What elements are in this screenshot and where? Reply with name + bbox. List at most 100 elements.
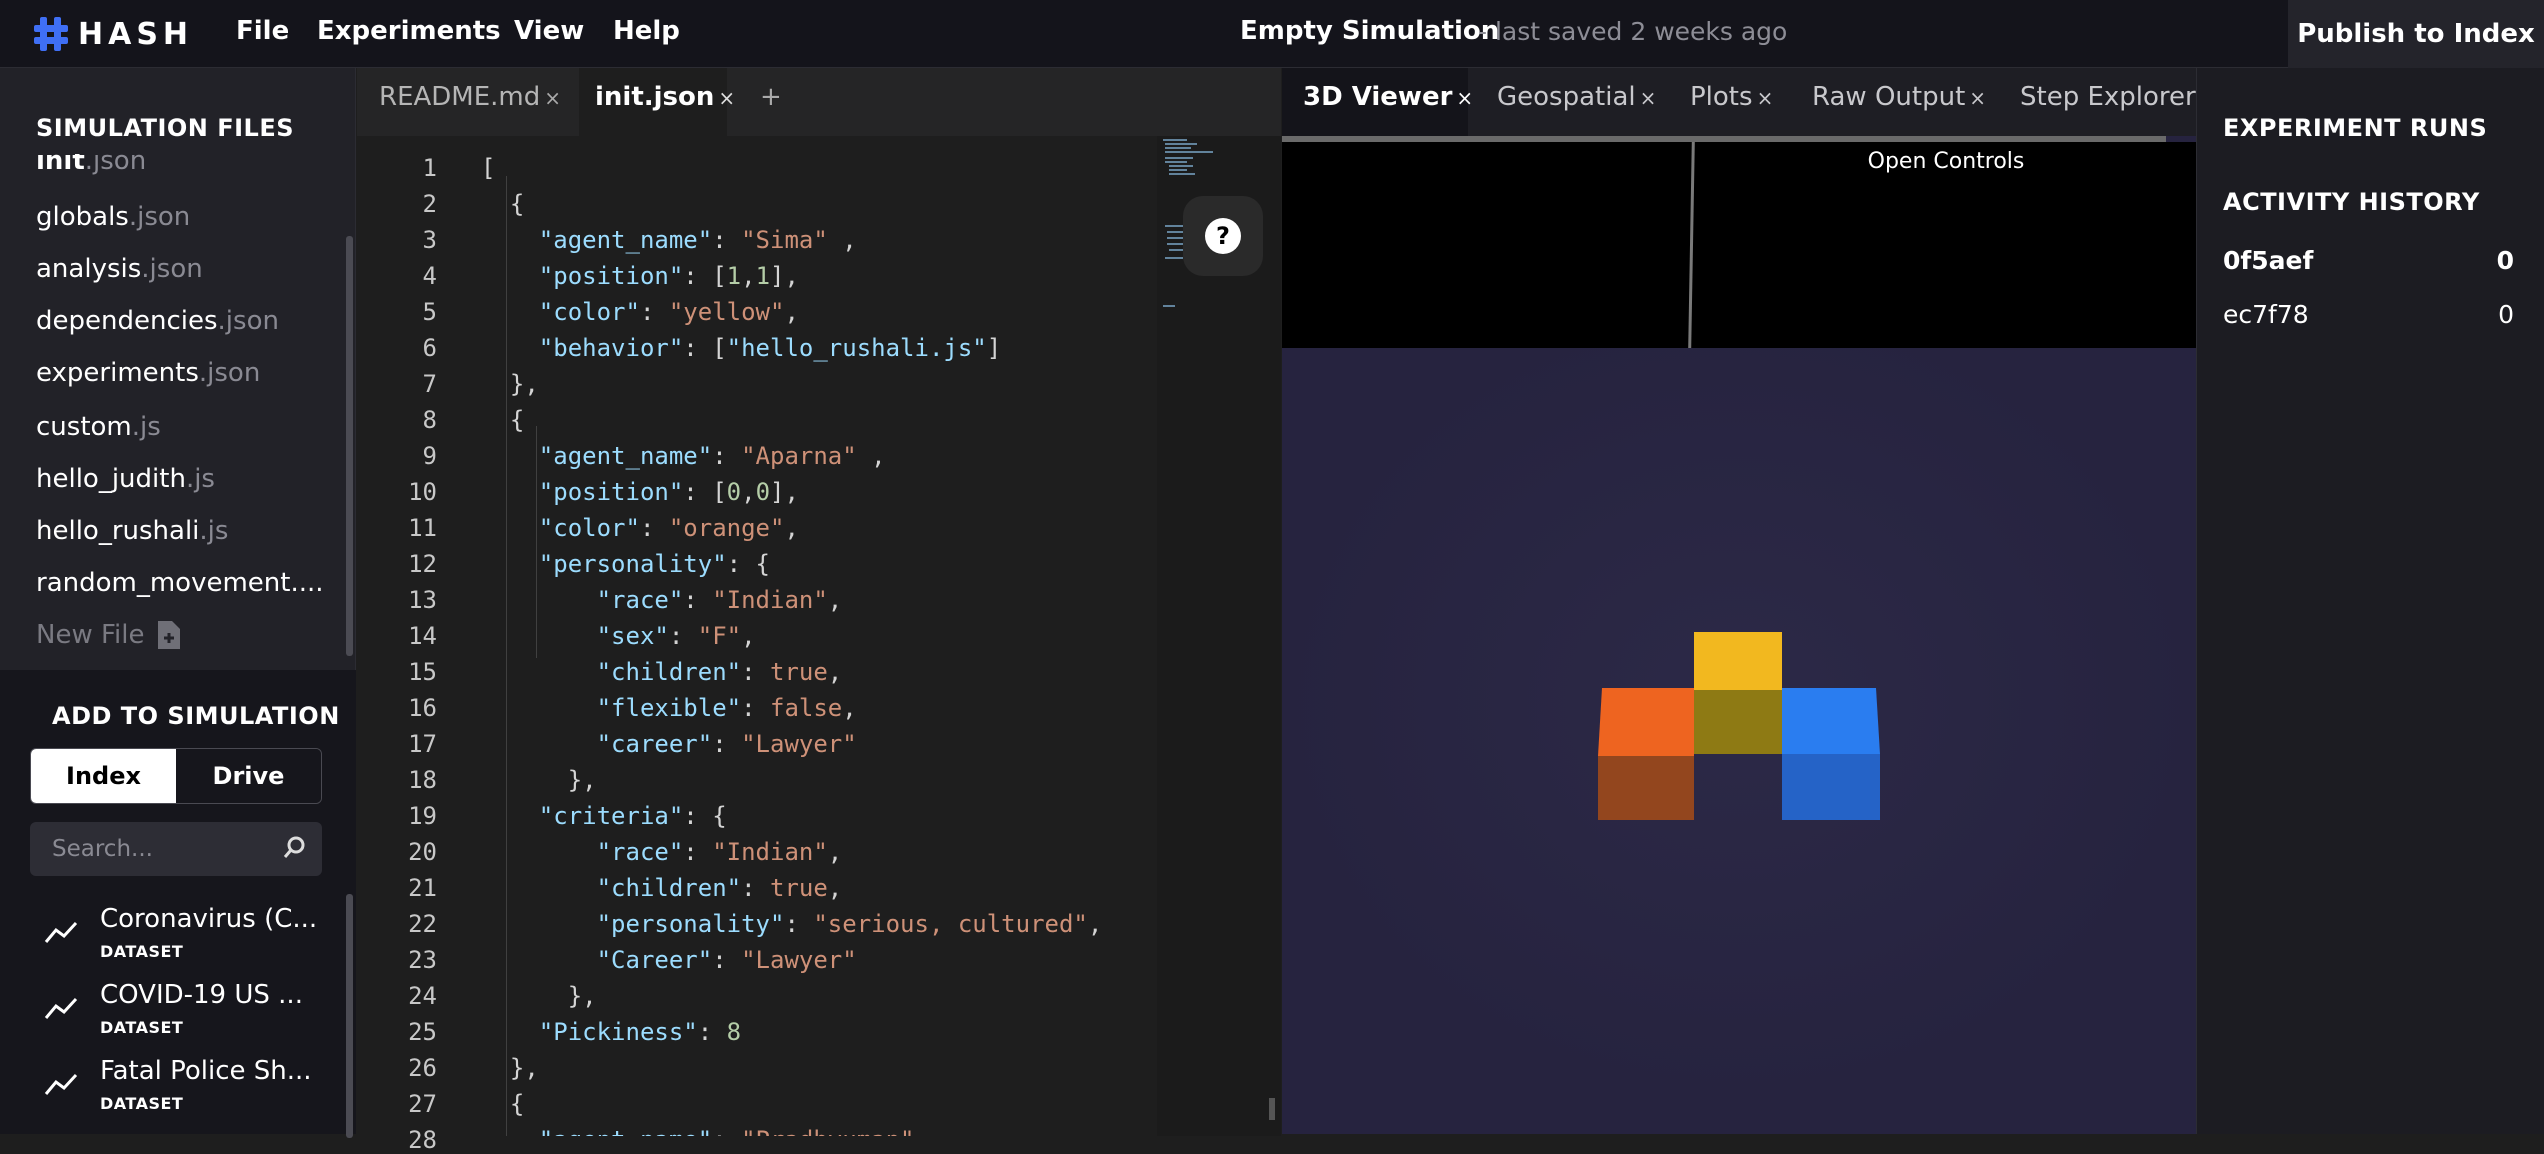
simulation-files-title: SIMULATION FILES: [36, 114, 295, 142]
file-item-analysis[interactable]: analysis.json: [36, 254, 203, 284]
dataset-type: DATASET: [100, 1018, 184, 1037]
line-number: 9: [422, 442, 437, 470]
line-number: 13: [408, 586, 437, 614]
line-number: 15: [408, 658, 437, 686]
line-number: 26: [408, 1054, 437, 1082]
line-number: 17: [408, 730, 437, 758]
file-item-hello-judith[interactable]: hello_judith.js: [36, 464, 215, 494]
close-icon[interactable]: ×: [1757, 86, 1774, 110]
file-item-random-movement[interactable]: random_movement....: [36, 568, 324, 598]
agent-cube-orange[interactable]: [1598, 688, 1694, 820]
run-id: 0f5aef: [2223, 246, 2314, 275]
dataset-item[interactable]: COVID-19 US ... DATASET: [30, 980, 320, 1050]
code-content[interactable]: [ { "agent_name": "Sima" , "position": […: [481, 136, 1181, 1136]
trend-line-icon: [44, 997, 78, 1019]
help-button[interactable]: ?: [1183, 196, 1263, 276]
top-bar: HASH File Experiments View Help Empty Si…: [0, 0, 2544, 68]
line-number: 24: [408, 982, 437, 1010]
editor-tab-bar: README.md × init.json × +: [357, 68, 1281, 136]
line-number: 25: [408, 1018, 437, 1046]
editor-scrollbar[interactable]: [1269, 1098, 1275, 1120]
line-number-gutter: 1 2 3 4 5 6 7 8 9 10 11 12 13 14 15 16 17 18 19 20 21 22 23 24 2…: [357, 136, 467, 1154]
agent-cube-yellow[interactable]: [1694, 632, 1782, 754]
tab-geospatial[interactable]: Geospatial ×: [1497, 82, 1656, 112]
file-item-hello-rushali[interactable]: hello_rushali.js: [36, 516, 228, 546]
dataset-item[interactable]: Fatal Police Sh... DATASET: [30, 1056, 320, 1126]
file-item-experiments[interactable]: experiments.json: [36, 358, 260, 388]
line-number: 27: [408, 1090, 437, 1118]
code-editor: README.md × init.json × + 1 2 3 4 5 6 7 8 9 10 11 12 1…: [357, 68, 1281, 1154]
line-number: 12: [408, 550, 437, 578]
dataset-item[interactable]: Coronavirus (C... DATASET: [30, 904, 320, 974]
close-icon[interactable]: ×: [1456, 86, 1473, 110]
line-number: 1: [422, 154, 437, 182]
add-tab-button[interactable]: +: [760, 82, 782, 112]
tab-init-json[interactable]: init.json ×: [595, 82, 735, 112]
tab-label: Plots: [1690, 82, 1753, 112]
code-minimap[interactable]: [1157, 136, 1281, 1136]
dataset-name: Coronavirus (C...: [100, 904, 318, 934]
close-icon[interactable]: ×: [1640, 86, 1657, 110]
line-number: 14: [408, 622, 437, 650]
tab-label: Step Explorer: [2020, 82, 2196, 112]
trend-line-icon: [44, 1073, 78, 1095]
simulation-files-panel: SIMULATION FILES init.json globals.json …: [0, 68, 356, 668]
tab-raw-output[interactable]: Raw Output ×: [1812, 82, 1986, 112]
question-mark-icon: ?: [1205, 218, 1241, 254]
tab-label: Raw Output: [1812, 82, 1966, 112]
experiment-runs-title: EXPERIMENT RUNS: [2223, 114, 2488, 142]
run-id: ec7f78: [2223, 300, 2309, 329]
menu-file[interactable]: File: [236, 16, 289, 46]
source-toggle: Index Drive: [30, 748, 322, 804]
new-file-button[interactable]: New File: [36, 620, 181, 650]
line-number: 3: [422, 226, 437, 254]
tab-3d-viewer[interactable]: 3D Viewer ×: [1303, 82, 1473, 112]
file-item-dependencies[interactable]: dependencies.json: [36, 306, 279, 336]
line-number: 28: [408, 1126, 437, 1154]
tab-readme[interactable]: README.md ×: [379, 82, 561, 112]
close-icon[interactable]: ×: [544, 86, 561, 110]
line-number: 19: [408, 802, 437, 830]
new-file-icon: [158, 621, 181, 649]
publish-to-index-button[interactable]: Publish to Index: [2288, 0, 2544, 68]
datasets-scrollbar[interactable]: [346, 894, 353, 1138]
menu-view[interactable]: View: [514, 16, 584, 46]
files-scrollbar[interactable]: [346, 236, 353, 656]
dataset-name: COVID-19 US ...: [100, 980, 303, 1010]
line-number: 16: [408, 694, 437, 722]
add-to-simulation-title: ADD TO SIMULATION: [52, 702, 340, 730]
tab-step-explorer[interactable]: Step Explorer×: [2020, 82, 2196, 112]
dataset-type: DATASET: [100, 1094, 184, 1113]
close-icon[interactable]: ×: [718, 86, 735, 110]
viewer-panel: 3D Viewer × Geospatial × Plots × Raw Output…: [1282, 68, 2196, 1134]
tab-label: Geospatial: [1497, 82, 1636, 112]
viewer-tab-bar: 3D Viewer × Geospatial × Plots × Raw Output…: [1282, 68, 2196, 136]
line-number: 18: [408, 766, 437, 794]
line-number: 22: [408, 910, 437, 938]
tab-label: README.md: [379, 82, 541, 112]
3d-scene[interactable]: [1282, 348, 2196, 1134]
tab-plots[interactable]: Plots ×: [1690, 82, 1773, 112]
file-item-custom[interactable]: custom.js: [36, 412, 161, 442]
experiment-runs-panel: EXPERIMENT RUNS ACTIVITY HISTORY 0f5aef …: [2196, 68, 2544, 1134]
drive-tab[interactable]: Drive: [176, 749, 321, 803]
tab-label: 3D Viewer: [1303, 82, 1453, 112]
index-tab[interactable]: Index: [31, 749, 176, 803]
dataset-type: DATASET: [100, 942, 184, 961]
line-number: 2: [422, 190, 437, 218]
search-input[interactable]: [30, 822, 322, 876]
last-saved-text: - last saved 2 weeks ago: [1478, 17, 1788, 46]
simulation-title[interactable]: Empty Simulation: [1240, 16, 1499, 46]
open-controls-button[interactable]: Open Controls: [1696, 142, 2196, 180]
close-icon[interactable]: ×: [1969, 86, 1986, 110]
menu-help[interactable]: Help: [613, 16, 680, 46]
search-icon[interactable]: [282, 834, 308, 864]
hash-logo[interactable]: HASH: [34, 14, 193, 54]
menu-experiments[interactable]: Experiments: [317, 16, 501, 46]
logo-text: HASH: [78, 16, 194, 52]
file-item-init[interactable]: init.json: [36, 154, 146, 176]
agent-cube-blue[interactable]: [1782, 688, 1880, 820]
line-number: 21: [408, 874, 437, 902]
hash-logo-icon: [34, 17, 68, 51]
file-item-globals[interactable]: globals.json: [36, 202, 190, 232]
